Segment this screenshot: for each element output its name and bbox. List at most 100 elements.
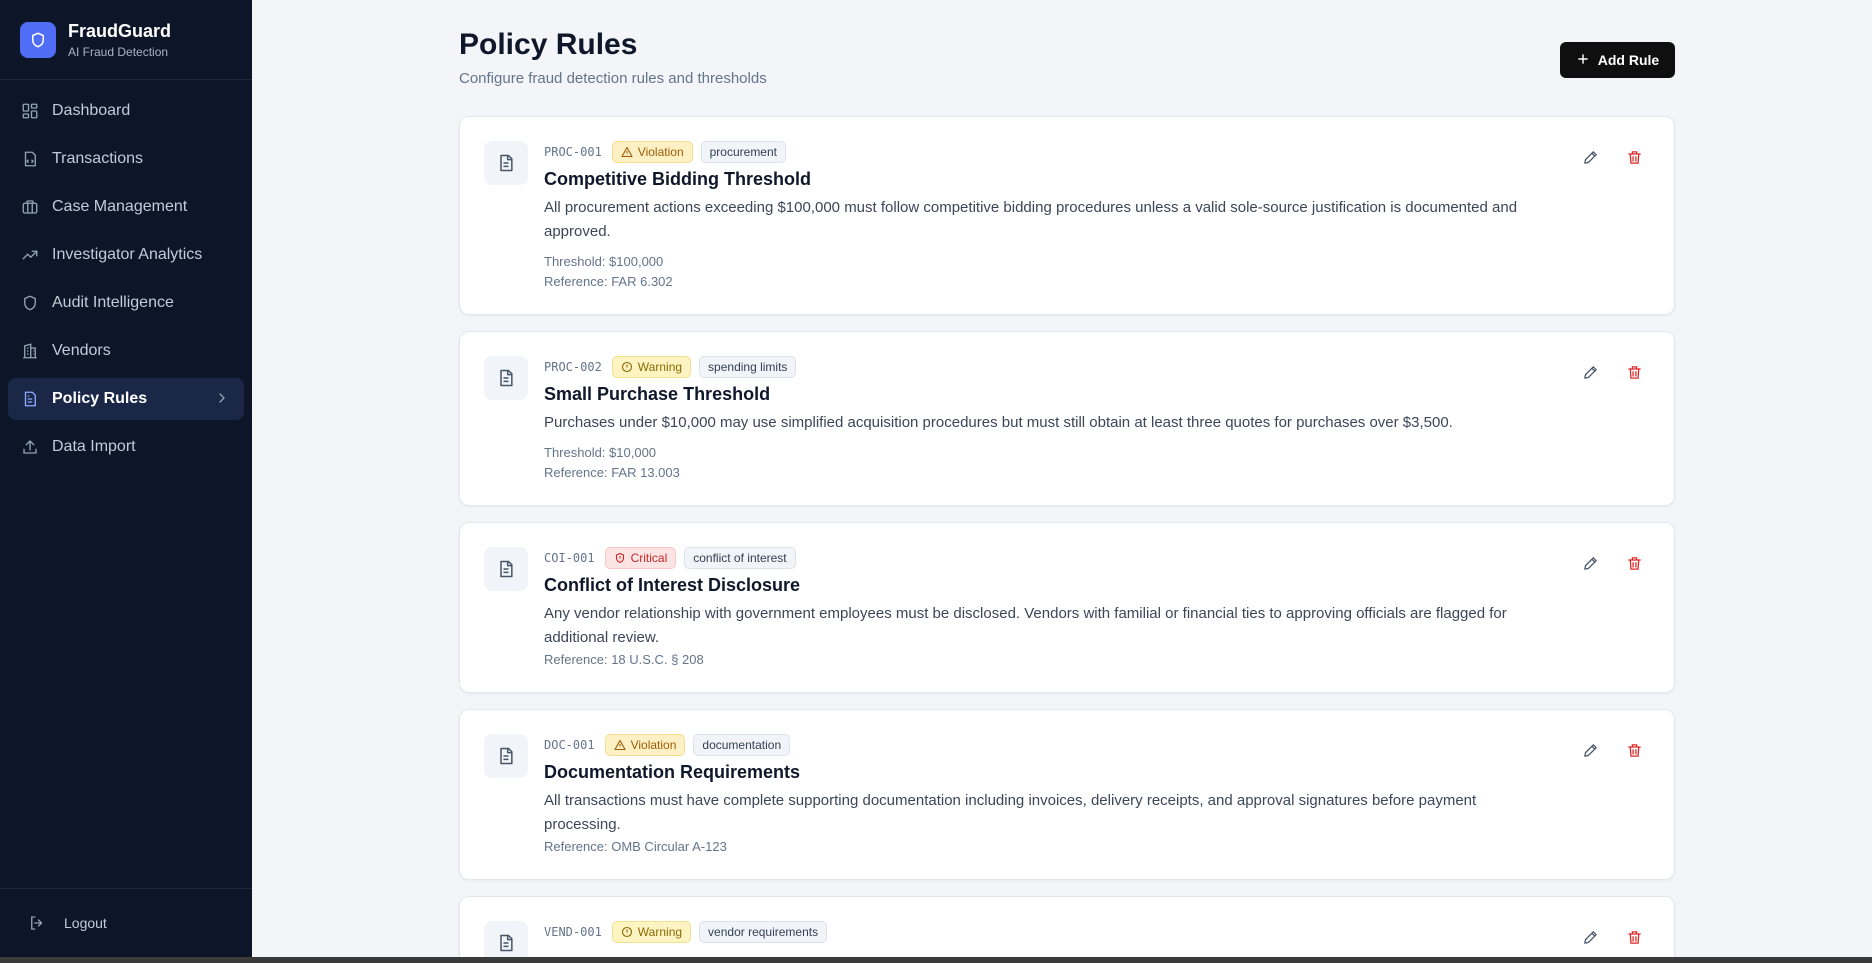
rule-threshold: Threshold: $10,000 [544, 445, 657, 460]
rule-title: Documentation Requirements [544, 762, 801, 782]
severity-badge: Violation [604, 734, 686, 756]
briefcase-icon [20, 197, 40, 217]
page-subtitle: Configure fraud detection rules and thre… [459, 70, 767, 87]
rule-title: Small Purchase Threshold [544, 384, 771, 404]
sidebar-item-transactions[interactable]: Transactions [8, 138, 244, 180]
main-content: Policy Rules Configure fraud detection r… [252, 0, 1872, 957]
shield-alert-icon [615, 552, 624, 564]
warning-triangle-icon [614, 739, 626, 751]
rule-title: Competitive Bidding Threshold [544, 169, 812, 189]
add-rule-button[interactable]: Add Rule [1560, 42, 1675, 78]
trash-icon[interactable] [1626, 149, 1644, 167]
severity-badge: Violation [611, 141, 693, 163]
document-icon [20, 389, 40, 409]
sidebar-item-vendors[interactable]: Vendors [8, 330, 244, 372]
rule-description: All transactions must have complete supp… [544, 792, 1477, 833]
document-icon [484, 141, 528, 185]
logout-icon [28, 914, 46, 932]
rule-reference: Reference: OMB Circular A-123 [544, 839, 727, 854]
rule-description: Purchases under $10,000 may use simplifi… [544, 414, 1453, 431]
trash-icon[interactable] [1626, 742, 1644, 760]
trash-icon[interactable] [1626, 929, 1644, 947]
logout-button[interactable]: Logout [0, 888, 252, 957]
category-badge: procurement [700, 141, 786, 163]
category-badge: spending limits [699, 356, 797, 378]
rule-description: All procurement actions exceeding $100,0… [544, 199, 1518, 240]
sidebar-item-label: Vendors [52, 342, 111, 359]
shield-icon [20, 293, 40, 313]
edit-icon[interactable] [1582, 149, 1600, 167]
sidebar-item-label: Audit Intelligence [52, 294, 174, 311]
edit-icon[interactable] [1582, 929, 1600, 947]
sidebar-item-case-management[interactable]: Case Management [8, 186, 244, 228]
severity-badge: Critical [604, 547, 677, 569]
upload-icon [20, 437, 40, 457]
rule-card: PROC-001 Violation procurement Competiti… [459, 116, 1675, 315]
sidebar-item-data-import[interactable]: Data Import [8, 426, 244, 468]
sidebar-item-investigator-analytics[interactable]: Investigator Analytics [8, 234, 244, 276]
trash-icon[interactable] [1626, 364, 1644, 382]
sidebar-item-label: Data Import [52, 438, 136, 455]
severity-label: Critical [630, 551, 668, 565]
sidebar-item-label: Transactions [52, 150, 143, 167]
sidebar-item-policy-rules[interactable]: Policy Rules [8, 378, 244, 420]
sidebar-nav: Dashboard Transactions Case Management I… [0, 80, 252, 468]
rule-card: VEND-001 Warning vendor requirements [459, 896, 1675, 957]
rule-threshold: Threshold: $100,000 [544, 254, 664, 269]
alert-circle-icon [621, 361, 632, 373]
severity-label: Violation [637, 145, 684, 159]
transactions-icon [20, 149, 40, 169]
brand-tagline: AI Fraud Detection [68, 44, 169, 59]
rule-code: DOC-001 [544, 738, 595, 752]
sidebar-item-label: Policy Rules [52, 390, 148, 407]
building-icon [20, 341, 40, 361]
document-icon [484, 734, 528, 778]
trending-up-icon [20, 245, 40, 265]
plus-icon [1576, 52, 1590, 69]
sidebar-item-dashboard[interactable]: Dashboard [8, 90, 244, 132]
document-icon [484, 921, 528, 957]
add-rule-label: Add Rule [1597, 52, 1660, 68]
severity-label: Violation [630, 738, 677, 752]
category-badge: documentation [693, 734, 791, 756]
dashboard-icon [20, 101, 40, 121]
document-icon [484, 356, 528, 400]
brand-name: FraudGuard [68, 20, 172, 41]
rule-card: PROC-002 Warning spending limits Small P… [459, 331, 1675, 506]
window-bottom-edge [0, 957, 1872, 963]
sidebar: FraudGuard AI Fraud Detection Dashboard … [0, 0, 252, 957]
sidebar-item-label: Investigator Analytics [52, 246, 203, 263]
severity-badge: Warning [611, 921, 692, 943]
alert-circle-icon [621, 926, 632, 938]
page-title: Policy Rules [459, 28, 638, 61]
rule-reference: Reference: 18 U.S.C. § 208 [544, 652, 704, 667]
document-icon [484, 547, 528, 591]
edit-icon[interactable] [1582, 364, 1600, 382]
rule-code: COI-001 [544, 551, 595, 565]
trash-icon[interactable] [1626, 555, 1644, 573]
rule-card: COI-001 Critical conflict of interest Co… [459, 522, 1675, 693]
severity-label: Warning [637, 360, 683, 374]
brand: FraudGuard AI Fraud Detection [0, 0, 252, 80]
shield-icon [20, 21, 56, 58]
page-header: Policy Rules Configure fraud detection r… [459, 28, 1675, 87]
rule-code: PROC-002 [544, 360, 602, 374]
warning-triangle-icon [621, 146, 633, 158]
rule-code: VEND-001 [544, 925, 602, 939]
rule-card: DOC-001 Violation documentation Document… [459, 709, 1675, 880]
category-badge: conflict of interest [684, 547, 796, 569]
rules-list: PROC-001 Violation procurement Competiti… [459, 116, 1675, 957]
rule-reference: Reference: FAR 6.302 [544, 274, 673, 289]
category-badge: vendor requirements [699, 921, 828, 943]
rule-description: Any vendor relationship with government … [544, 605, 1507, 646]
rule-reference: Reference: FAR 13.003 [544, 465, 680, 480]
sidebar-item-label: Dashboard [52, 102, 131, 119]
edit-icon[interactable] [1582, 555, 1600, 573]
edit-icon[interactable] [1582, 742, 1600, 760]
logout-label: Logout [64, 915, 107, 931]
severity-badge: Warning [611, 356, 692, 378]
sidebar-item-audit-intelligence[interactable]: Audit Intelligence [8, 282, 244, 324]
severity-label: Warning [637, 925, 683, 939]
rule-title: Conflict of Interest Disclosure [544, 575, 801, 595]
rule-code: PROC-001 [544, 145, 602, 159]
